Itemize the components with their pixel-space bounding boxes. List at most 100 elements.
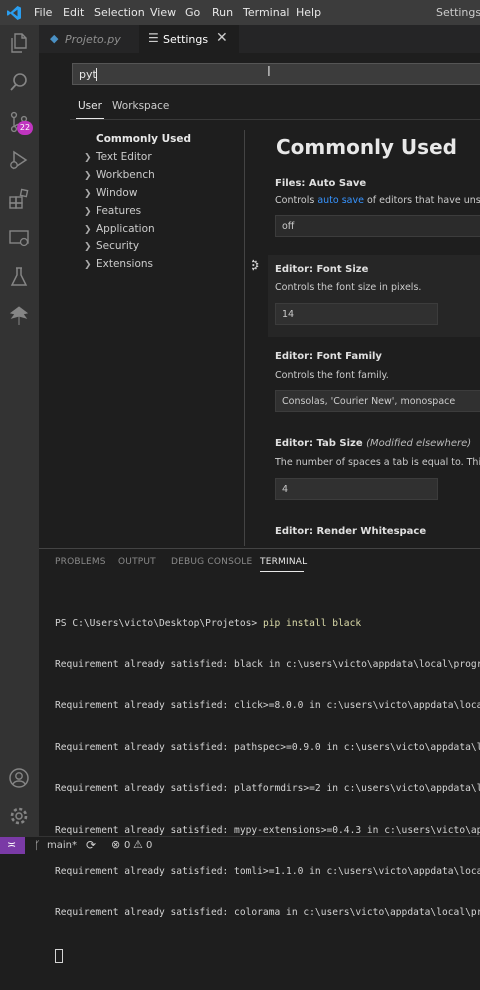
setting-title-font-family: Editor: Font Family xyxy=(275,351,382,362)
search-value: pyt xyxy=(79,68,97,81)
toc-item-text-editor[interactable]: ❯ Text Editor xyxy=(84,151,152,163)
title-text: Editor: Tab Size xyxy=(275,438,363,449)
toc-item-window[interactable]: ❯ Window xyxy=(84,187,137,199)
testing-icon[interactable] xyxy=(7,265,31,289)
active-panel-underline xyxy=(260,571,304,572)
chevron-right-icon: ❯ xyxy=(84,171,92,181)
terminal-line: Requirement already satisfied: platformd… xyxy=(55,783,480,795)
terminal-line: Requirement already satisfied: click>=8.… xyxy=(55,700,480,712)
font-family-input[interactable]: Consolas, 'Courier New', monospace xyxy=(275,390,480,412)
menu-go[interactable]: Go xyxy=(185,6,200,19)
toc-label: Extensions xyxy=(96,258,154,270)
error-icon: ⊗ xyxy=(111,838,121,851)
warning-icon: ⚠ xyxy=(133,838,143,851)
terminal-cursor xyxy=(55,948,63,963)
menu-selection[interactable]: Selection xyxy=(94,6,145,19)
toc-item-features[interactable]: ❯ Features xyxy=(84,205,141,217)
close-icon[interactable]: ✕ xyxy=(216,30,228,46)
terminal-line: Requirement already satisfied: colorama … xyxy=(55,907,480,919)
settings-search-input[interactable]: pyt I xyxy=(72,63,480,85)
tree-icon[interactable] xyxy=(7,304,31,328)
vscode-logo-icon[interactable] xyxy=(6,5,22,21)
font-size-input[interactable]: 14 xyxy=(275,303,438,325)
desc-text: of editors that have unsa xyxy=(363,195,480,206)
tab-user[interactable]: User xyxy=(78,100,102,112)
source-control-badge: 22 xyxy=(17,121,33,135)
panel-tab-problems[interactable]: PROBLEMS xyxy=(55,557,106,567)
terminal-line: Requirement already satisfied: pathspec>… xyxy=(55,741,480,753)
tab-settings[interactable]: ☰ Settings ✕ xyxy=(139,25,239,53)
manage-gear-icon[interactable] xyxy=(7,804,31,828)
search-icon[interactable] xyxy=(7,70,31,94)
git-branch[interactable]: main* xyxy=(47,840,77,851)
section-title: Commonly Used xyxy=(276,135,457,159)
tab-size-input[interactable]: 4 xyxy=(275,478,438,500)
setting-title-tab-size: Editor: Tab Size (Modified elsewhere) xyxy=(275,438,471,449)
setting-title-font-size: Editor: Font Size xyxy=(275,264,369,275)
setting-gear-icon[interactable]: ⚙ xyxy=(252,258,260,274)
panel-tab-terminal[interactable]: TERMINAL xyxy=(260,557,307,567)
chevron-right-icon: ❯ xyxy=(84,153,92,163)
settings-list: Commonly Used Files: Auto Save Controls … xyxy=(252,127,480,547)
menu-help[interactable]: Help xyxy=(296,6,321,19)
chevron-right-icon: ❯ xyxy=(84,207,92,217)
explorer-icon[interactable] xyxy=(7,31,31,55)
python-file-icon: ◆ xyxy=(50,32,59,45)
title-bar: File Edit Selection View Go Run Terminal… xyxy=(0,0,480,32)
terminal-command: pip install black xyxy=(262,617,362,629)
toc-label: Window xyxy=(96,187,138,199)
setting-title-auto-save: Files: Auto Save xyxy=(275,178,367,189)
menu-run[interactable]: Run xyxy=(212,6,233,19)
tab-label: Settings xyxy=(163,33,209,46)
warning-count[interactable]: 0 xyxy=(146,840,152,851)
sync-icon[interactable]: ⟳ xyxy=(86,838,96,852)
divider xyxy=(70,119,480,120)
terminal-prompt-line: PS C:\Users\victo\Desktop\Projetos> pip … xyxy=(55,617,480,631)
setting-title-render-whitespace: Editor: Render Whitespace xyxy=(275,526,427,537)
toc-divider xyxy=(244,130,245,546)
tab-workspace[interactable]: Workspace xyxy=(112,100,169,112)
chevron-right-icon: ❯ xyxy=(84,189,92,199)
tab-label: Projeto.py xyxy=(65,33,121,46)
auto-save-link[interactable]: auto save xyxy=(317,195,364,206)
toc-commonly-used[interactable]: Commonly Used xyxy=(96,133,191,145)
menu-terminal[interactable]: Terminal xyxy=(243,6,290,19)
remote-icon: ≍ xyxy=(7,838,17,851)
text-cursor xyxy=(96,68,97,81)
chevron-right-icon: ❯ xyxy=(84,242,92,252)
toc-item-application[interactable]: ❯ Application xyxy=(84,223,155,235)
error-count[interactable]: 0 xyxy=(124,840,130,851)
toc-item-workbench[interactable]: ❯ Workbench xyxy=(84,169,155,181)
activity-bar: 22 xyxy=(0,25,39,836)
panel-tab-debug-console[interactable]: DEBUG CONSOLE xyxy=(171,557,252,567)
remote-indicator[interactable]: ≍ xyxy=(0,837,25,854)
toc-item-extensions[interactable]: ❯ Extensions xyxy=(84,258,153,270)
toc-label: Features xyxy=(96,205,142,217)
panel-tab-output[interactable]: OUTPUT xyxy=(118,557,156,567)
menu-view[interactable]: View xyxy=(150,6,176,19)
setting-desc-font-size: Controls the font size in pixels. xyxy=(275,282,422,293)
tab-projeto-py[interactable]: ◆ Projeto.py xyxy=(39,25,139,53)
menu-file[interactable]: File xyxy=(34,6,52,19)
auto-save-select[interactable]: off xyxy=(275,215,480,237)
status-bar: ≍ ᚴ main* ⟳ ⊗ 0 ⚠ 0 xyxy=(0,836,480,854)
modified-note[interactable]: (Modified elsewhere) xyxy=(366,438,471,449)
editor-tabs: ◆ Projeto.py ☰ Settings ✕ xyxy=(39,25,480,53)
chevron-right-icon: ❯ xyxy=(84,260,92,270)
account-icon[interactable] xyxy=(7,766,31,790)
toc-label: Security xyxy=(96,240,140,252)
terminal-line: Requirement already satisfied: tomli>=1.… xyxy=(55,865,480,877)
terminal-output[interactable]: PS C:\Users\victo\Desktop\Projetos> pip … xyxy=(55,589,480,990)
run-debug-icon[interactable] xyxy=(7,148,31,172)
settings-scope-tabs: User Workspace xyxy=(70,94,480,120)
toc-label: Application xyxy=(96,223,155,235)
toc-item-security[interactable]: ❯ Security xyxy=(84,240,139,252)
setting-desc-tab-size: The number of spaces a tab is equal to. … xyxy=(275,457,480,468)
desc-text: Controls xyxy=(275,195,318,206)
remote-explorer-icon[interactable] xyxy=(7,226,31,250)
chevron-right-icon: ❯ xyxy=(84,225,92,235)
terminal-line: Requirement already satisfied: black in … xyxy=(55,658,480,670)
menu-edit[interactable]: Edit xyxy=(63,6,84,19)
bottom-panel: PROBLEMS OUTPUT DEBUG CONSOLE TERMINAL P… xyxy=(39,548,480,963)
extensions-icon[interactable] xyxy=(7,187,31,211)
